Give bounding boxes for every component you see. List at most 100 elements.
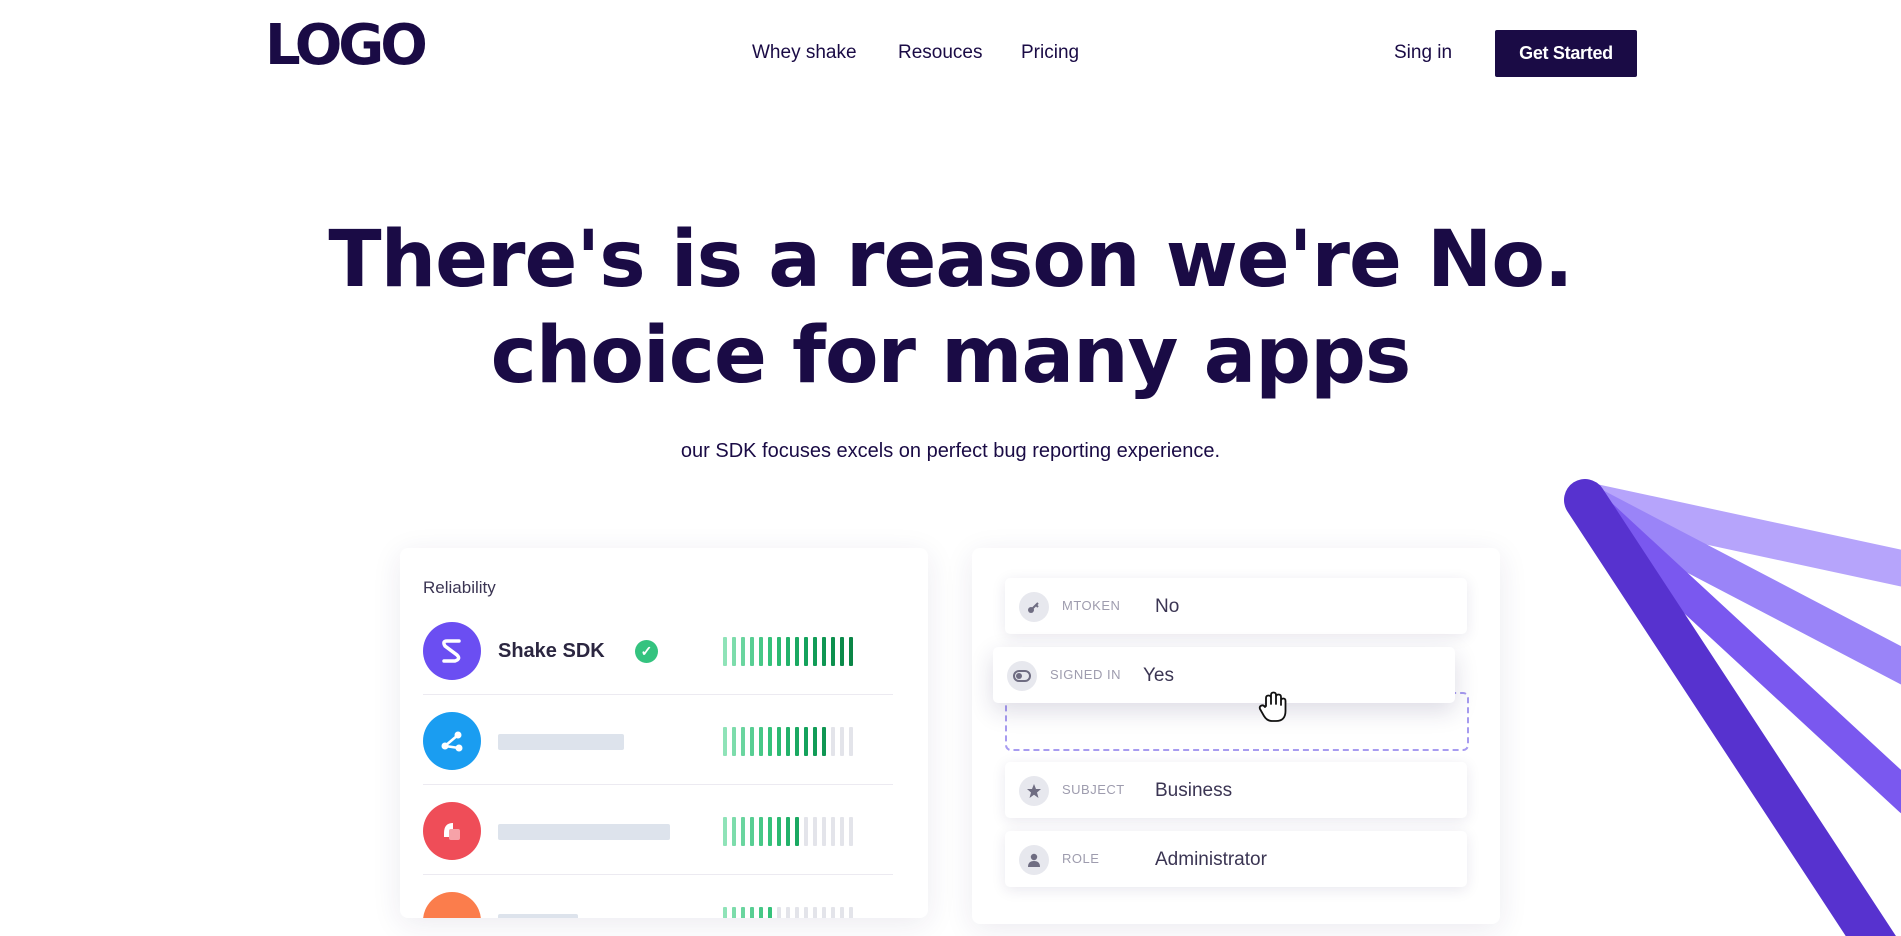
score-tick: [768, 727, 772, 756]
reliability-row: [423, 874, 893, 918]
score-tick: [849, 637, 853, 666]
score-tick: [750, 727, 754, 756]
score-tick: [849, 727, 853, 756]
reliability-row: [423, 694, 893, 785]
score-tick: [795, 637, 799, 666]
score-tick: [741, 637, 745, 666]
nav-link-resources[interactable]: Resouces: [898, 42, 983, 64]
score-tick: [822, 907, 826, 918]
score-tick: [822, 727, 826, 756]
get-started-button[interactable]: Get Started: [1495, 30, 1637, 77]
hero-title-line-2: choice for many apps: [490, 311, 1412, 401]
score-tick: [777, 637, 781, 666]
score-tick: [795, 907, 799, 918]
score-tick: [849, 817, 853, 846]
score-tick: [813, 637, 817, 666]
user-properties-card: MTOKEN No SIGNED IN Yes SUBJECT Business…: [972, 548, 1500, 924]
score-tick: [849, 907, 853, 918]
score-tick: [840, 727, 844, 756]
reliability-card: Reliability Shake SDK ✓: [400, 548, 928, 918]
name-placeholder: [498, 734, 624, 750]
reliability-score-bar: [723, 637, 853, 666]
score-tick: [777, 817, 781, 846]
score-tick: [732, 637, 736, 666]
score-tick: [732, 817, 736, 846]
shake-logo-icon: [423, 622, 481, 680]
score-tick: [750, 817, 754, 846]
score-tick: [813, 727, 817, 756]
score-tick: [831, 817, 835, 846]
score-tick: [759, 637, 763, 666]
reliability-row: Shake SDK ✓: [423, 604, 893, 695]
score-tick: [822, 637, 826, 666]
score-tick: [741, 727, 745, 756]
circle-icon: [423, 892, 481, 918]
score-tick: [723, 817, 727, 846]
score-tick: [768, 817, 772, 846]
star-icon: [1019, 776, 1049, 806]
field-value: No: [1155, 596, 1180, 617]
grab-cursor-icon: [1258, 691, 1287, 722]
hero-title-line-1: There's is a reason we're No.: [328, 215, 1573, 305]
user-icon: [1019, 845, 1049, 875]
field-value: Yes: [1143, 665, 1174, 686]
field-mtoken[interactable]: MTOKEN No: [1005, 578, 1467, 634]
field-label: MTOKEN: [1062, 598, 1121, 613]
score-tick: [759, 907, 763, 918]
score-tick: [750, 637, 754, 666]
score-tick: [759, 817, 763, 846]
hero-subtitle: our SDK focuses excels on perfect bug re…: [680, 440, 1221, 462]
field-label: ROLE: [1062, 851, 1100, 866]
score-tick: [804, 907, 808, 918]
logo[interactable]: LOGO: [265, 16, 428, 76]
toggle-icon: [1007, 661, 1037, 691]
name-placeholder: [498, 914, 578, 918]
score-tick: [732, 727, 736, 756]
signin-link[interactable]: Sing in: [1394, 42, 1452, 64]
score-tick: [786, 817, 790, 846]
score-tick: [804, 637, 808, 666]
field-label: SIGNED IN: [1050, 667, 1121, 682]
score-tick: [795, 727, 799, 756]
nav-link-pricing[interactable]: Pricing: [1021, 42, 1079, 64]
score-tick: [750, 907, 754, 918]
score-tick: [777, 907, 781, 918]
score-tick: [741, 817, 745, 846]
score-tick: [831, 907, 835, 918]
score-tick: [831, 727, 835, 756]
field-role[interactable]: ROLE Administrator: [1005, 831, 1467, 887]
score-tick: [723, 637, 727, 666]
field-value: Business: [1155, 780, 1233, 801]
score-tick: [840, 817, 844, 846]
shape-icon: [423, 802, 481, 860]
decorative-strokes: [1564, 479, 1901, 936]
score-tick: [723, 727, 727, 756]
hero-title: There's is a reason we're No. choice for…: [0, 212, 1901, 404]
field-subject[interactable]: SUBJECT Business: [1005, 762, 1467, 818]
reliability-score-bar: [723, 727, 853, 756]
score-tick: [840, 637, 844, 666]
reliability-title: Reliability: [423, 578, 496, 597]
score-tick: [768, 637, 772, 666]
reliability-score-bar: [723, 817, 853, 846]
score-tick: [777, 727, 781, 756]
score-tick: [732, 907, 736, 918]
score-tick: [768, 907, 772, 918]
score-tick: [813, 817, 817, 846]
score-tick: [804, 817, 808, 846]
score-tick: [822, 817, 826, 846]
reliability-score-bar: [723, 907, 853, 918]
score-tick: [723, 907, 727, 918]
score-tick: [741, 907, 745, 918]
nav-link-whey-shake[interactable]: Whey shake: [752, 42, 857, 64]
score-tick: [786, 637, 790, 666]
key-icon: [1019, 592, 1049, 622]
sdk-name: Shake SDK: [498, 640, 605, 662]
score-tick: [831, 637, 835, 666]
score-tick: [786, 907, 790, 918]
share-network-icon: [423, 712, 481, 770]
field-value: Administrator: [1155, 849, 1267, 870]
field-signed-in[interactable]: SIGNED IN Yes: [993, 647, 1455, 703]
score-tick: [759, 727, 763, 756]
score-tick: [786, 727, 790, 756]
